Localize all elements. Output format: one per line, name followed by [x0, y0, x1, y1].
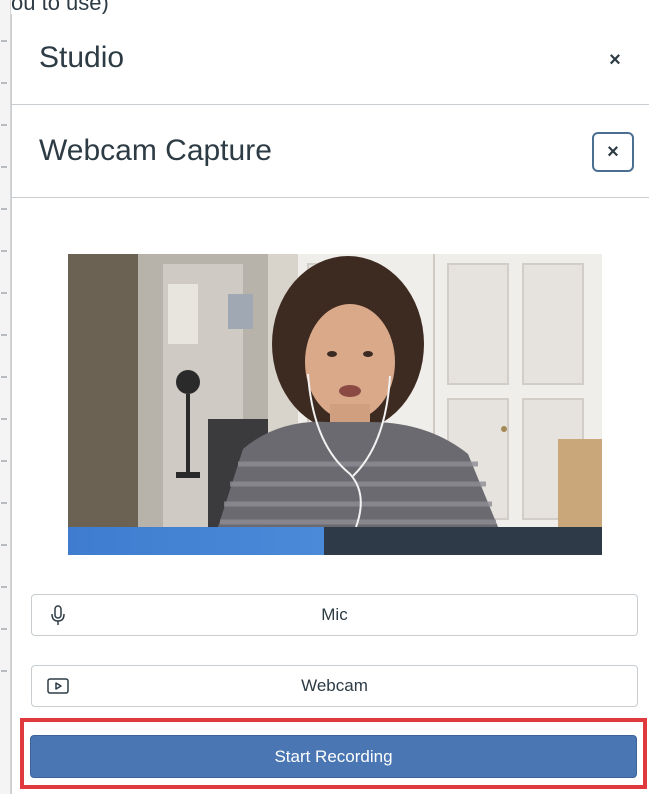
webcam-image	[68, 254, 602, 527]
audio-level-fill	[68, 527, 325, 555]
tray-title: Studio	[39, 41, 125, 74]
studio-tray: Studio × Webcam Capture × Mic Webcam	[11, 14, 649, 794]
background-text-marks	[1, 40, 9, 712]
background-page	[0, 0, 11, 794]
mic-selector[interactable]: Mic	[31, 594, 638, 636]
webcam-preview	[68, 254, 602, 555]
page: you to use) Studio × Webcam Capture × Mi…	[0, 0, 649, 794]
capture-title: Webcam Capture	[39, 134, 272, 167]
audio-level-meter	[68, 527, 602, 555]
tray-close-button[interactable]: ×	[602, 47, 628, 73]
capture-header: Webcam Capture ×	[12, 105, 649, 198]
webcam-selector-label: Webcam	[301, 676, 368, 695]
tray-header: Studio ×	[12, 14, 649, 105]
capture-close-button[interactable]: ×	[592, 132, 634, 172]
start-recording-button[interactable]: Start Recording	[30, 735, 637, 778]
mic-selector-label: Mic	[321, 605, 348, 624]
webcam-selector[interactable]: Webcam	[31, 665, 638, 707]
